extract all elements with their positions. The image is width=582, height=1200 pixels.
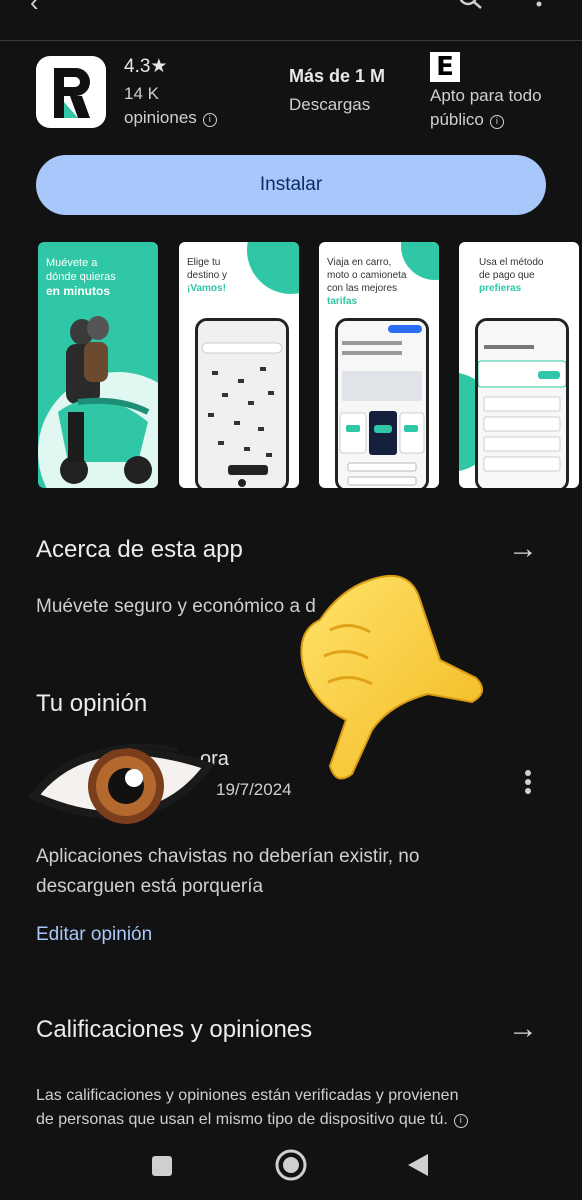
install-button[interactable]: Instalar — [36, 155, 546, 215]
arrow-right-icon[interactable]: → — [508, 1012, 538, 1046]
more-vert-icon[interactable] — [520, 768, 536, 798]
downloads-label: Descargas — [289, 95, 371, 114]
screenshot-caption: de pago que — [479, 270, 535, 281]
screenshot-caption: moto o camioneta — [327, 270, 407, 281]
reviews-label: opiniones — [124, 108, 197, 127]
screenshot-caption: Elige tu — [187, 257, 221, 268]
info-icon[interactable]: i — [202, 113, 217, 127]
review-text-line: descarguen está porquería — [36, 876, 264, 897]
ratings-note-line: de personas que usan el mismo tipo de di… — [36, 1111, 448, 1128]
nav-recents-icon[interactable] — [152, 1156, 172, 1176]
top-app-bar: ‹ — [0, 0, 582, 41]
phone-payment-mockup — [475, 318, 569, 488]
content-rating-line1: Apto para todo — [430, 86, 542, 105]
more-vert-icon[interactable] — [534, 0, 544, 10]
review-text: Aplicaciones chavistas no deberían exist… — [36, 842, 419, 902]
pointing-hand-emoji-icon — [300, 575, 483, 780]
nav-home-icon[interactable] — [274, 1148, 308, 1182]
review-date: 19/7/2024 — [216, 780, 292, 799]
reviews-count: 14 K — [124, 84, 159, 103]
screenshot-caption: dónde quieras — [46, 271, 116, 283]
phone-ride-options-mockup — [335, 318, 429, 488]
navigation-bar — [0, 1140, 582, 1200]
screenshot-caption-accent: tarifas — [327, 296, 358, 307]
edit-review-link[interactable]: Editar opinión — [36, 924, 152, 946]
screenshot-caption: Usa el método — [479, 257, 544, 268]
your-review-title: Tu opinión — [36, 690, 148, 717]
search-icon[interactable] — [458, 0, 484, 10]
screenshot-caption: Viaja en carro, — [327, 257, 392, 268]
screenshot-caption-accent: en minutos — [46, 284, 111, 298]
arrow-right-icon[interactable]: → — [508, 532, 538, 566]
ratings-title[interactable]: Calificaciones y opiniones — [36, 1016, 312, 1044]
rating-block[interactable]: 4.3★ 14 K opiniones i — [124, 56, 217, 130]
phone-map-mockup — [195, 318, 289, 488]
rating-value: 4.3 — [124, 56, 151, 77]
downloads-block: Más de 1 M Descargas — [289, 66, 385, 117]
star-icon: ★ — [150, 56, 168, 77]
screenshot-3[interactable]: Viaja en carro, moto o camioneta con las… — [319, 242, 439, 488]
esrb-badge-icon: E — [430, 52, 460, 82]
screenshot-4[interactable]: Usa el método de pago que prefieras — [459, 242, 579, 488]
screenshot-1[interactable]: Muévete a dónde quieras en minutos — [38, 242, 158, 488]
info-icon[interactable]: i — [489, 115, 504, 129]
about-title[interactable]: Acerca de esta app — [36, 536, 243, 564]
info-icon[interactable]: i — [453, 1114, 468, 1128]
about-description-text: Muévete seguro y económico a d — [36, 596, 316, 617]
downloads-value: Más de 1 M — [289, 66, 386, 86]
eye-emoji-icon — [28, 743, 214, 824]
ratings-note: Las calificaciones y opiniones están ver… — [36, 1084, 468, 1132]
screenshot-caption-accent: ¡Vamos! — [187, 283, 226, 294]
content-rating-line2: público — [430, 110, 484, 129]
content-rating-block[interactable]: E Apto para todo público i — [430, 52, 542, 132]
back-icon[interactable]: ‹ — [30, 0, 39, 15]
ratings-note-line: Las calificaciones y opiniones están ver… — [36, 1087, 459, 1104]
review-text-line: Aplicaciones chavistas no deberían exist… — [36, 846, 420, 867]
scooter-riders-image — [38, 316, 158, 488]
screenshot-caption: Muévete a — [46, 257, 98, 269]
screenshot-2[interactable]: Elige tu destino y ¡Vamos! — [179, 242, 299, 488]
app-logo — [36, 56, 106, 128]
screenshot-caption: destino y — [187, 270, 228, 281]
screenshot-caption: con las mejores — [327, 283, 398, 294]
screenshot-caption-accent: prefieras — [479, 283, 522, 294]
nav-back-icon[interactable] — [406, 1152, 430, 1178]
